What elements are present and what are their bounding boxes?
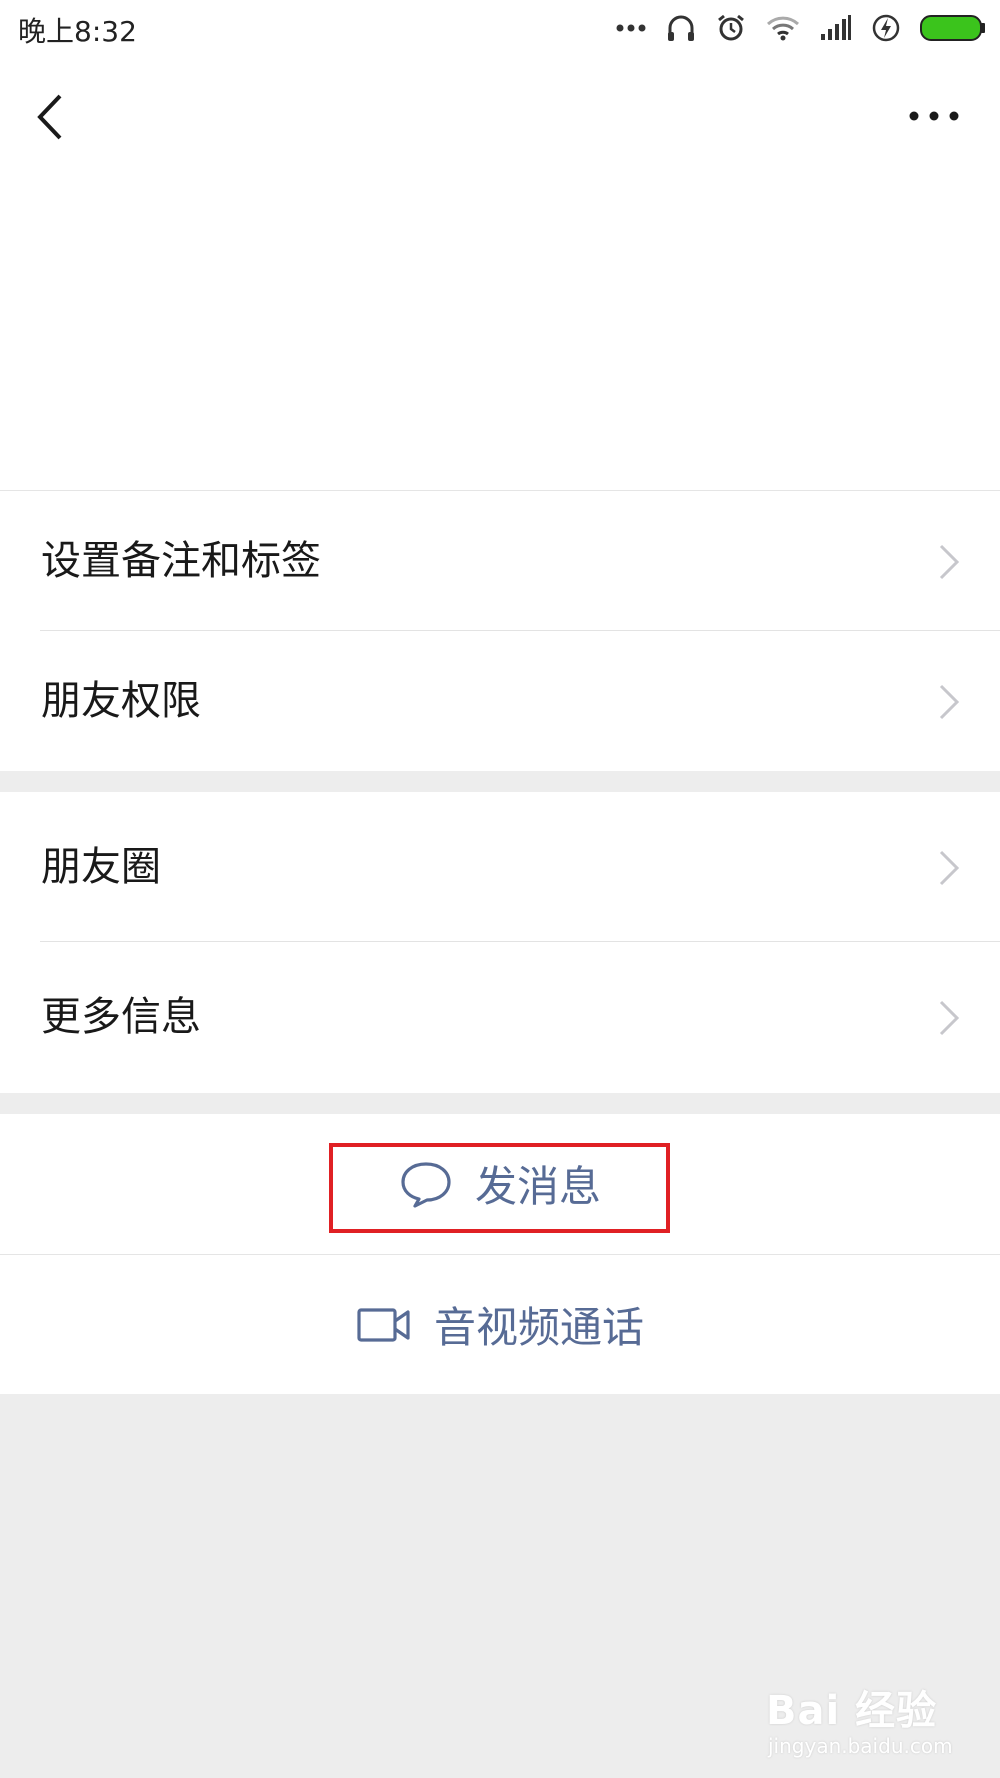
chevron-right-icon <box>939 850 960 886</box>
cell-label: 更多信息 <box>41 994 201 1040</box>
wifi-icon <box>766 16 800 41</box>
cell-label: 朋友权限 <box>41 678 201 724</box>
more-info-cell[interactable]: 更多信息 <box>0 942 1000 1092</box>
more-button[interactable] <box>904 98 964 134</box>
set-remark-and-tags-cell[interactable]: 设置备注和标签 <box>0 491 1000 631</box>
profile-header <box>0 173 1000 490</box>
av-call-button[interactable]: 音视频通话 <box>0 1254 1000 1394</box>
chevron-right-icon <box>939 684 960 720</box>
status-bar: 晚上8:32 <box>0 0 1000 58</box>
highlight-annotation <box>329 1143 670 1233</box>
chevron-right-icon <box>939 544 960 580</box>
signal-icon <box>821 15 851 40</box>
charging-icon <box>872 14 900 42</box>
status-icons <box>616 8 986 48</box>
watermark-site: jingyan.baidu.com <box>768 1734 953 1758</box>
status-time: 晚上8:32 <box>18 15 137 48</box>
cell-label: 朋友圈 <box>41 844 161 890</box>
alarm-icon <box>718 14 744 41</box>
friend-permissions-cell[interactable]: 朋友权限 <box>0 631 1000 771</box>
video-camera-icon <box>357 1307 410 1342</box>
back-button[interactable] <box>22 82 78 152</box>
chevron-left-icon <box>37 94 62 140</box>
watermark-brand: Bai 经验 <box>766 1688 938 1734</box>
moments-cell[interactable]: 朋友圈 <box>0 792 1000 942</box>
more-dots-icon <box>616 24 646 32</box>
nav-bar <box>0 58 1000 173</box>
headset-icon <box>668 15 694 41</box>
cell-label: 设置备注和标签 <box>41 538 321 584</box>
more-horizontal-icon <box>909 111 959 121</box>
settings-group: 设置备注和标签 朋友权限 <box>0 490 1000 771</box>
baidu-jingyan-watermark: Bai 经验 jingyan.baidu.com <box>766 1670 966 1770</box>
chevron-right-icon <box>939 1000 960 1036</box>
battery-icon <box>920 15 985 41</box>
info-group: 朋友圈 更多信息 <box>0 792 1000 1093</box>
av-call-label: 音视频通话 <box>433 1303 644 1352</box>
